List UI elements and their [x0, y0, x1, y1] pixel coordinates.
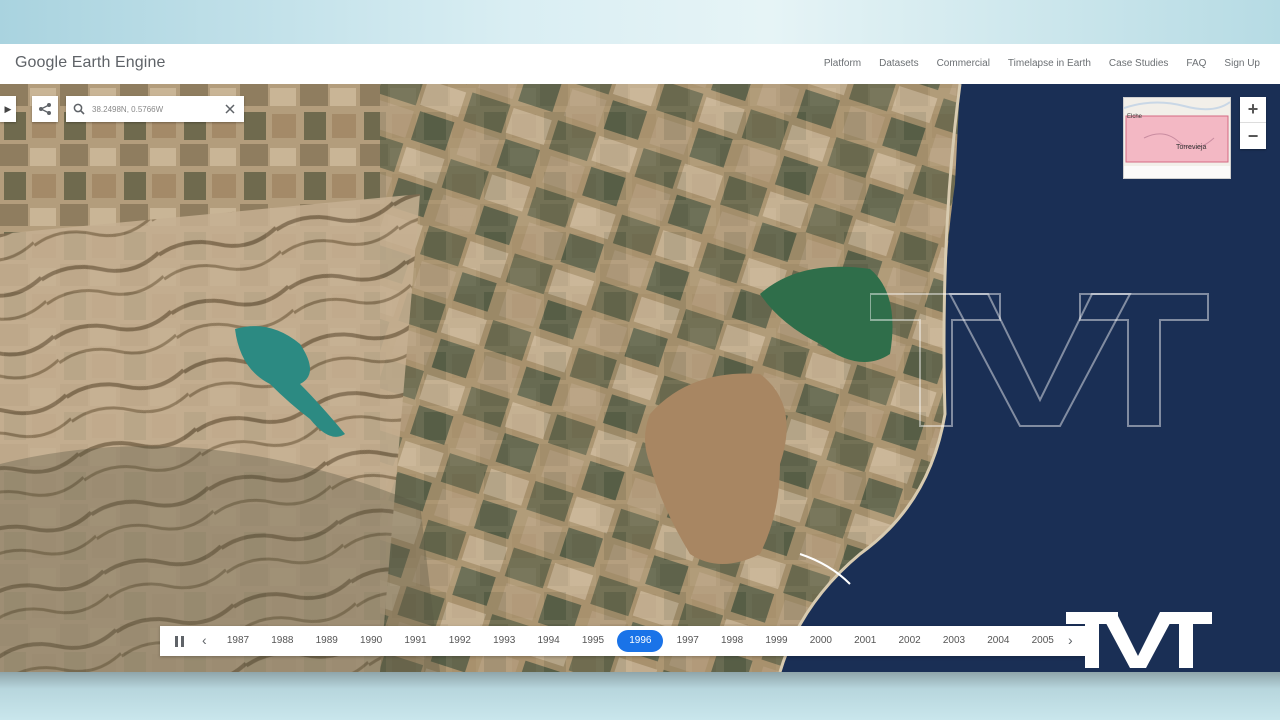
- location-search: [66, 96, 244, 122]
- year-1998[interactable]: 1998: [712, 630, 752, 652]
- year-2001[interactable]: 2001: [845, 630, 885, 652]
- year-2005[interactable]: 2005: [1023, 630, 1063, 652]
- year-2000[interactable]: 2000: [801, 630, 841, 652]
- timelapse-timeline: ‹ 1987 1988 1989 1990 1991 1992 1993 199…: [160, 626, 1090, 656]
- overview-minimap[interactable]: Elche Torrevieja: [1123, 97, 1231, 179]
- pause-icon: [174, 635, 178, 647]
- timeline-years: 1987 1988 1989 1990 1991 1992 1993 1994 …: [218, 626, 1063, 656]
- year-1991[interactable]: 1991: [396, 630, 436, 652]
- year-1988[interactable]: 1988: [262, 630, 302, 652]
- nav-sign-up[interactable]: Sign Up: [1224, 58, 1260, 69]
- year-2002[interactable]: 2002: [890, 630, 930, 652]
- year-2003[interactable]: 2003: [934, 630, 974, 652]
- nav-case-studies[interactable]: Case Studies: [1109, 58, 1168, 69]
- site-header: Google Earth Engine Platform Datasets Co…: [0, 44, 1280, 85]
- year-1987[interactable]: 1987: [218, 630, 258, 652]
- year-1997[interactable]: 1997: [668, 630, 708, 652]
- year-1992[interactable]: 1992: [440, 630, 480, 652]
- video-frame-top: [0, 0, 1280, 44]
- minimap-label-elche: Elche: [1127, 114, 1143, 120]
- minimap-graphic: [1124, 98, 1230, 178]
- chevron-right-icon: ▶: [4, 103, 12, 114]
- pause-button[interactable]: [172, 634, 186, 648]
- year-1994[interactable]: 1994: [529, 630, 569, 652]
- year-1990[interactable]: 1990: [351, 630, 391, 652]
- year-1999[interactable]: 1999: [757, 630, 797, 652]
- share-button[interactable]: [32, 96, 58, 122]
- video-frame-bottom: [0, 672, 1280, 720]
- zoom-out-button[interactable]: −: [1240, 123, 1266, 149]
- zoom-in-button[interactable]: +: [1240, 97, 1266, 123]
- year-2004[interactable]: 2004: [978, 630, 1018, 652]
- nav-timelapse[interactable]: Timelapse in Earth: [1008, 58, 1091, 69]
- search-input[interactable]: [90, 104, 220, 114]
- side-panel-toggle[interactable]: ▶: [0, 96, 16, 122]
- year-1995[interactable]: 1995: [573, 630, 613, 652]
- share-icon: [39, 103, 51, 115]
- zoom-controls: + −: [1240, 97, 1266, 149]
- year-1993[interactable]: 1993: [484, 630, 524, 652]
- timeline-prev-button[interactable]: ‹: [202, 632, 207, 648]
- google-earth-engine-logo[interactable]: Google Earth Engine: [15, 54, 165, 72]
- tvt-logo: [1066, 612, 1212, 668]
- nav-commercial[interactable]: Commercial: [937, 58, 990, 69]
- year-1996-selected[interactable]: 1996: [617, 630, 664, 652]
- search-icon: [68, 103, 90, 115]
- nav-datasets[interactable]: Datasets: [879, 58, 918, 69]
- nav-faq[interactable]: FAQ: [1186, 58, 1206, 69]
- nav-platform[interactable]: Platform: [824, 58, 861, 69]
- header-nav: Platform Datasets Commercial Timelapse i…: [824, 58, 1260, 69]
- minimap-label-torrevieja: Torrevieja: [1176, 144, 1207, 151]
- year-1989[interactable]: 1989: [307, 630, 347, 652]
- tvt-watermark: [870, 293, 1209, 427]
- close-icon[interactable]: [220, 104, 240, 114]
